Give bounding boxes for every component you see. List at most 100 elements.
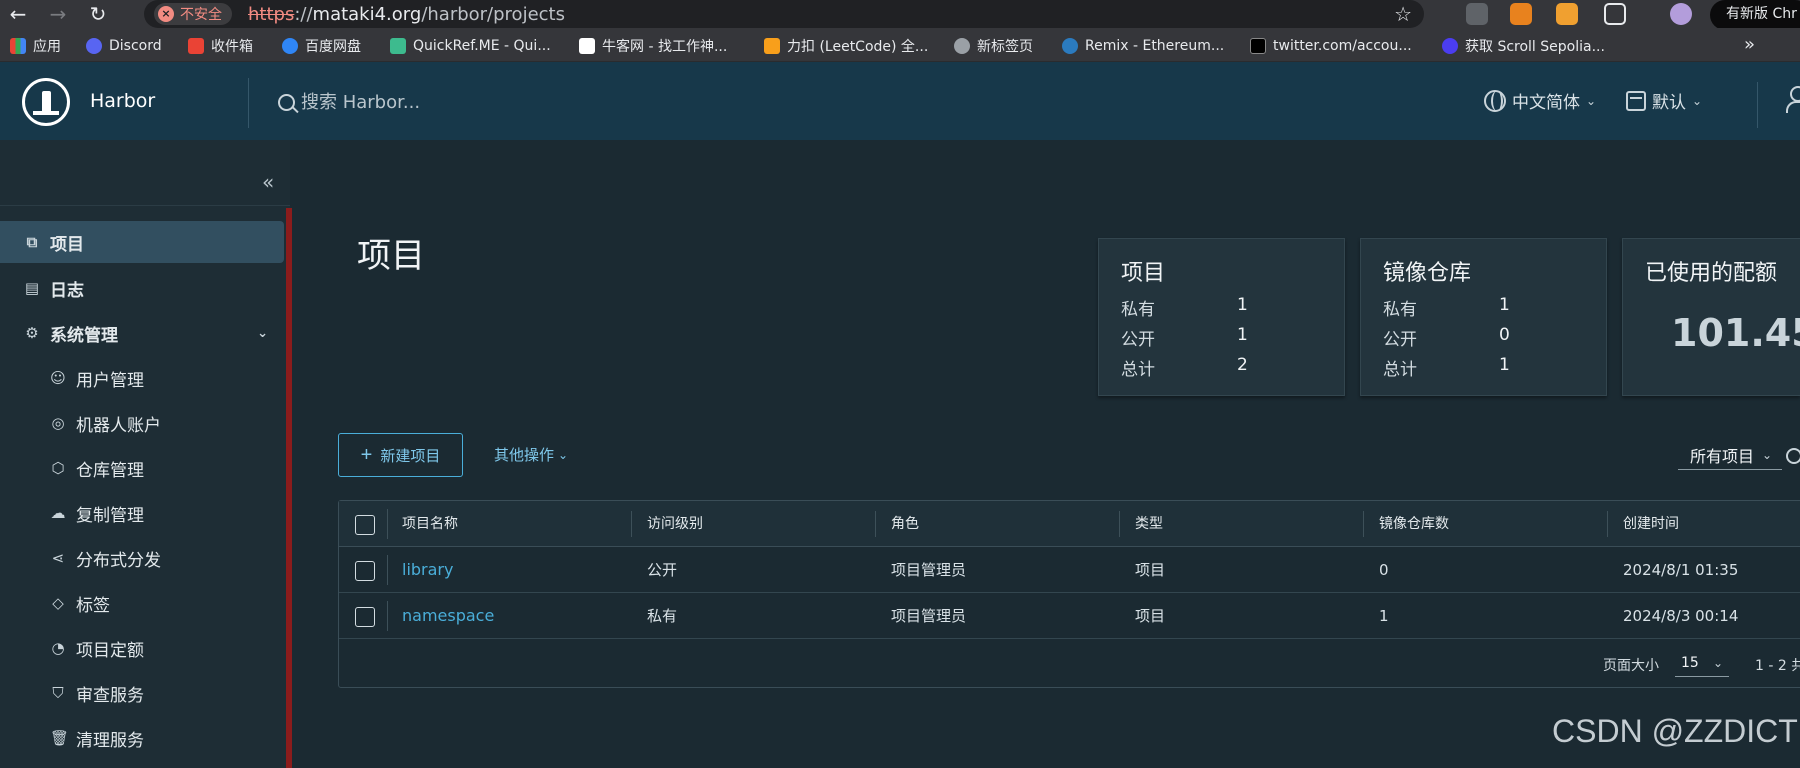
- sidebar-item-administration[interactable]: ⚙ 系统管理 ⌄: [0, 312, 284, 354]
- language-switcher[interactable]: 中文简体 ⌄: [1484, 88, 1596, 113]
- sidebar-item-logs[interactable]: ▤ 日志: [0, 267, 284, 309]
- sidebar-item-label: 分布式分发: [76, 550, 161, 571]
- bookmark-label: 新标签页: [977, 39, 1033, 55]
- bookmark-remix[interactable]: Remix - Ethereum...: [1062, 36, 1224, 56]
- forward-icon[interactable]: →: [46, 2, 70, 26]
- security-chip[interactable]: × 不安全: [154, 3, 232, 25]
- column-divider: [1607, 511, 1608, 537]
- bookmark-twitter[interactable]: twitter.com/accou...: [1250, 36, 1412, 56]
- bookmark-apps[interactable]: 应用: [10, 36, 61, 56]
- page-size-select[interactable]: 15 ⌄: [1675, 649, 1729, 677]
- project-name-link[interactable]: library: [402, 547, 453, 593]
- bookmarks-more-icon[interactable]: »: [1744, 34, 1755, 55]
- extension-helmet-icon[interactable]: [1556, 3, 1578, 25]
- card-title: 已使用的配额: [1645, 261, 1778, 286]
- sidebar-item-label: 日志: [50, 280, 84, 301]
- sidebar-item-replications[interactable]: ☁ 复制管理: [0, 492, 284, 534]
- url-path: /harbor/projects: [421, 4, 565, 25]
- bookmark-gmail[interactable]: 收件箱: [188, 36, 253, 56]
- back-icon[interactable]: ←: [6, 2, 30, 26]
- url-text[interactable]: https://mataki4.org/harbor/projects: [248, 4, 565, 25]
- stat-label: 公开: [1383, 330, 1417, 350]
- sidebar-item-registries[interactable]: ⬡ 仓库管理: [0, 447, 284, 489]
- bookmark-label: 牛客网 - 找工作神...: [602, 39, 728, 55]
- sidebar-item-labels[interactable]: ◇ 标签: [0, 582, 284, 624]
- url-scheme: https: [248, 4, 295, 25]
- column-header-role[interactable]: 角色: [891, 501, 919, 547]
- update-button[interactable]: 有新版 Chr: [1710, 0, 1800, 30]
- cube-icon: ⬡: [51, 459, 65, 477]
- row-checkbox[interactable]: [355, 561, 375, 581]
- sidebar-item-label: 项目定额: [76, 640, 144, 661]
- sidebar-item-projects[interactable]: ⧉ 项目: [0, 221, 284, 263]
- collapse-sidebar-icon[interactable]: «: [262, 170, 274, 194]
- sidebar-item-interrogation[interactable]: ⛉ 审查服务: [0, 672, 284, 714]
- sidebar-item-distributions[interactable]: ⋖ 分布式分发: [0, 537, 284, 579]
- column-header-type[interactable]: 类型: [1135, 501, 1163, 547]
- url-host: mataki4.org: [312, 4, 422, 25]
- bookmark-discord[interactable]: Discord: [86, 36, 162, 56]
- csdn-watermark: CSDN @ZZDICT: [1552, 713, 1798, 749]
- bookmark-nowcoder[interactable]: 牛客网 - 找工作神...: [579, 36, 727, 56]
- bookmark-label: 应用: [33, 39, 61, 55]
- cloud-icon: ☁: [50, 504, 66, 522]
- quickref-icon: [390, 38, 406, 54]
- scroll-icon: [1442, 38, 1458, 54]
- column-header-created[interactable]: 创建时间: [1623, 501, 1679, 547]
- bookmark-quickref[interactable]: QuickRef.ME - Qui...: [390, 36, 551, 56]
- sidebar-item-cleanup[interactable]: 🗑 清理服务: [0, 717, 284, 759]
- bookmark-newtab[interactable]: 新标签页: [954, 36, 1033, 56]
- shield-icon: ⛉: [52, 684, 64, 702]
- project-icon: ⧉: [26, 233, 38, 251]
- column-divider: [631, 511, 632, 537]
- bookmark-label: 获取 Scroll Sepolia...: [1465, 39, 1605, 55]
- row-checkbox[interactable]: [355, 607, 375, 627]
- tag-icon: ◇: [52, 594, 64, 612]
- x-icon: [1250, 38, 1266, 54]
- browser-toolbar: ← → ↻ × 不安全 https://mataki4.org/harbor/p…: [0, 0, 1800, 30]
- sidebar-item-label: 清理服务: [76, 730, 144, 751]
- table-row: namespace 私有 项目管理员 项目 1 2024/8/3 00:14: [339, 593, 1800, 639]
- reload-icon[interactable]: ↻: [86, 2, 110, 26]
- column-header-repo-count[interactable]: 镜像仓库数: [1379, 501, 1449, 547]
- sidebar-item-quotas[interactable]: ◔ 项目定额: [0, 627, 284, 669]
- table-footer: 页面大小 15 ⌄ 1 - 2 共: [339, 639, 1800, 687]
- user-icon[interactable]: [1786, 86, 1800, 113]
- brand-name[interactable]: Harbor: [90, 90, 155, 112]
- bookmark-scroll[interactable]: 获取 Scroll Sepolia...: [1442, 36, 1605, 56]
- creation-time: 2024/8/1 01:35: [1623, 561, 1739, 579]
- page-size-value: 15: [1681, 655, 1699, 671]
- extension-fox-icon[interactable]: [1510, 3, 1532, 25]
- column-header-access[interactable]: 访问级别: [647, 501, 703, 547]
- bookmark-star-icon[interactable]: ☆: [1394, 2, 1412, 26]
- address-bar[interactable]: × 不安全 https://mataki4.org/harbor/project…: [144, 0, 1424, 28]
- sidebar-item-users[interactable]: ☺ 用户管理: [0, 357, 284, 399]
- header-divider: [1757, 82, 1758, 128]
- bookmark-leetcode[interactable]: 力扣 (LeetCode) 全...: [764, 36, 928, 56]
- search-input[interactable]: [301, 91, 601, 113]
- extension-glasses-icon[interactable]: [1466, 3, 1488, 25]
- apps-grid-icon: [10, 38, 26, 54]
- profile-avatar[interactable]: [1670, 3, 1692, 25]
- other-actions-dropdown[interactable]: 其他操作 ⌄: [494, 444, 568, 465]
- extensions-puzzle-icon[interactable]: [1604, 3, 1626, 25]
- select-all-checkbox[interactable]: [355, 515, 375, 535]
- project-name-link[interactable]: namespace: [402, 593, 494, 639]
- quota-number: 101.45: [1671, 311, 1800, 355]
- new-project-button[interactable]: + 新建项目: [338, 433, 463, 477]
- chevron-down-icon: ⌄: [1712, 656, 1723, 670]
- new-project-label: 新建项目: [380, 447, 441, 465]
- bookmark-baidu[interactable]: 百度网盘: [282, 36, 361, 56]
- column-header-name[interactable]: 项目名称: [402, 501, 458, 547]
- row-divider: [387, 601, 388, 631]
- project-filter-select[interactable]: 所有项目 ⌄: [1678, 440, 1782, 470]
- harbor-logo[interactable]: [22, 78, 70, 126]
- sidebar-item-label: 用户管理: [76, 370, 144, 391]
- theme-switcher[interactable]: 默认 ⌄: [1626, 88, 1702, 113]
- leetcode-icon: [764, 38, 780, 54]
- refresh-icon[interactable]: [1786, 448, 1800, 464]
- sidebar-item-robot-accounts[interactable]: ◎ 机器人账户: [0, 402, 284, 444]
- url-separator: ://: [294, 4, 313, 25]
- share-icon: ⋖: [51, 549, 65, 567]
- sidebar-item-label: 机器人账户: [76, 415, 161, 436]
